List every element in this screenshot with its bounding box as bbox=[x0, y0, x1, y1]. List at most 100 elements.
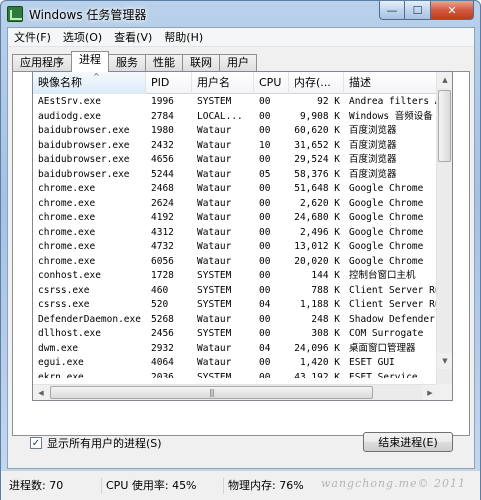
maximize-button[interactable]: ☐ bbox=[405, 1, 431, 20]
cell-username: Wataur bbox=[197, 313, 232, 325]
menu-options[interactable]: 选项(O) bbox=[57, 29, 108, 45]
sort-ascending-icon: ^ bbox=[93, 72, 100, 81]
process-row[interactable]: csrss.exe 460 SYSTEM 00 788 K Client Server R… bbox=[33, 284, 438, 299]
process-row[interactable]: dwm.exe 2932 Wataur 04 24,096 K 桌面窗口管理器 bbox=[33, 342, 438, 357]
title-bar[interactable]: Windows 任务管理器 — ☐ ✕ bbox=[1, 1, 480, 27]
process-row[interactable]: chrome.exe 2624 Wataur 00 2,620 K Google Chro… bbox=[33, 197, 438, 212]
cell-pid: 6056 bbox=[151, 255, 174, 267]
cell-username: SYSTEM bbox=[197, 371, 232, 379]
cell-description: Windows 音频设备 bbox=[349, 110, 433, 122]
process-row[interactable]: audiodg.exe 2784 LOCAL... 00 9,908 K Windows … bbox=[33, 110, 438, 125]
process-row[interactable]: csrss.exe 520 SYSTEM 04 1,188 K Client Server… bbox=[33, 298, 438, 313]
cell-memory: 1,188 K bbox=[299, 299, 340, 310]
vertical-scrollbar[interactable]: ▲ ▼ bbox=[436, 72, 452, 385]
menu-view[interactable]: 查看(V) bbox=[108, 29, 158, 45]
cell-cpu: 00 bbox=[259, 255, 271, 267]
column-description[interactable]: 描述 bbox=[344, 72, 438, 94]
show-all-users-label[interactable]: 显示所有用户的进程(S) bbox=[47, 435, 162, 451]
column-pid[interactable]: PID bbox=[146, 72, 192, 94]
status-physical-memory: 物理内存: 76% bbox=[223, 478, 304, 494]
close-button[interactable]: ✕ bbox=[431, 1, 474, 20]
cell-memory: 20,020 K bbox=[294, 255, 340, 267]
cell-memory: 43,192 K bbox=[294, 371, 340, 379]
cell-description: 百度浏览器 bbox=[349, 125, 397, 136]
cell-memory: 24,096 K bbox=[294, 342, 340, 354]
process-row[interactable]: chrome.exe 2468 Wataur 00 51,648 K Google Chr… bbox=[33, 182, 438, 197]
tab-applications[interactable]: 应用程序 bbox=[12, 54, 72, 72]
cell-pid: 2468 bbox=[151, 183, 174, 194]
show-all-users-option[interactable]: ✓ 显示所有用户的进程(S) bbox=[30, 435, 162, 451]
process-row[interactable]: baidubrowser.exe 4656 Wataur 00 29,524 K 百度浏览… bbox=[33, 153, 438, 168]
process-row[interactable]: baidubrowser.exe 1980 Wataur 00 60,620 K 百度浏览… bbox=[33, 124, 438, 139]
cell-cpu: 00 bbox=[259, 241, 271, 252]
process-row[interactable]: egui.exe 4064 Wataur 00 1,420 K ESET GUI bbox=[33, 356, 438, 371]
cell-description: 百度浏览器 bbox=[349, 154, 397, 165]
process-row[interactable]: chrome.exe 4312 Wataur 00 2,496 K Google Chro… bbox=[33, 226, 438, 241]
cell-cpu: 00 bbox=[259, 270, 271, 281]
cell-description: Google Chrome bbox=[349, 255, 424, 267]
cell-username: Wataur bbox=[197, 139, 232, 151]
cell-cpu: 04 bbox=[259, 299, 271, 310]
tab-users[interactable]: 用户 bbox=[219, 54, 257, 72]
cell-description: Google Chrome bbox=[349, 241, 424, 252]
cell-username: Wataur bbox=[197, 154, 232, 165]
process-row[interactable]: chrome.exe 6056 Wataur 00 20,020 K Google Chr… bbox=[33, 255, 438, 270]
tab-strip: 应用程序 进程 服务 性能 联网 用户 bbox=[12, 51, 257, 72]
cell-pid: 1980 bbox=[151, 125, 174, 136]
cell-username: Wataur bbox=[197, 226, 232, 238]
cell-pid: 1728 bbox=[151, 270, 174, 281]
end-process-button[interactable]: 结束进程(E) bbox=[363, 432, 453, 452]
client-area: 文件(F) 选项(O) 查看(V) 帮助(H) 应用程序 进程 服务 性能 联网… bbox=[7, 27, 475, 469]
minimize-button[interactable]: — bbox=[379, 1, 405, 20]
cell-username: Wataur bbox=[197, 125, 232, 136]
cell-pid: 460 bbox=[151, 284, 169, 296]
scroll-corner bbox=[436, 384, 452, 400]
process-row[interactable]: baidubrowser.exe 2432 Wataur 10 31,652 K 百度浏览… bbox=[33, 139, 438, 154]
cell-cpu: 00 bbox=[259, 284, 271, 296]
process-row[interactable]: chrome.exe 4192 Wataur 00 24,680 K Google Chr… bbox=[33, 211, 438, 226]
menu-bar: 文件(F) 选项(O) 查看(V) 帮助(H) bbox=[8, 28, 474, 47]
column-image-name[interactable]: ^ 映像名称 bbox=[33, 72, 146, 94]
menu-help[interactable]: 帮助(H) bbox=[158, 29, 209, 45]
column-cpu[interactable]: CPU bbox=[254, 72, 289, 94]
cell-description: 百度浏览器 bbox=[349, 139, 397, 151]
cell-image-name: DefenderDaemon.exe bbox=[38, 313, 141, 325]
cell-cpu: 00 bbox=[259, 212, 271, 223]
tab-performance[interactable]: 性能 bbox=[145, 54, 183, 72]
process-row[interactable]: DefenderDaemon.exe 5268 Wataur 00 248 K Shado… bbox=[33, 313, 438, 328]
tab-services[interactable]: 服务 bbox=[108, 54, 146, 72]
process-list[interactable]: ^ 映像名称 PID 用户名 CPU 内存(... 描述 AEstSrv.exe… bbox=[32, 71, 453, 401]
process-row[interactable]: dllhost.exe 2456 SYSTEM 00 308 K COM Surrogat… bbox=[33, 327, 438, 342]
tab-processes[interactable]: 进程 bbox=[71, 51, 109, 72]
process-row[interactable]: ekrn.exe 2036 SYSTEM 00 43,192 K ESET Service bbox=[33, 371, 438, 379]
column-memory[interactable]: 内存(... bbox=[289, 72, 344, 94]
cell-image-name: audiodg.exe bbox=[38, 110, 101, 122]
process-row[interactable]: baidubrowser.exe 5244 Wataur 05 58,376 K 百度浏览… bbox=[33, 168, 438, 183]
cell-description: Google Chrome bbox=[349, 226, 424, 238]
process-row[interactable]: AEstSrv.exe 1996 SYSTEM 00 92 K Andrea filter… bbox=[33, 95, 438, 110]
cell-username: Wataur bbox=[197, 212, 232, 223]
scroll-up-icon[interactable]: ▲ bbox=[437, 72, 452, 88]
column-username[interactable]: 用户名 bbox=[192, 72, 254, 94]
show-all-users-checkbox[interactable]: ✓ bbox=[30, 437, 42, 449]
process-row[interactable]: conhost.exe 1728 SYSTEM 00 144 K 控制台窗口主机 bbox=[33, 269, 438, 284]
scroll-left-icon[interactable]: ◀ bbox=[33, 385, 49, 400]
process-row[interactable]: chrome.exe 4732 Wataur 00 13,012 K Google Chr… bbox=[33, 240, 438, 255]
scroll-down-icon[interactable]: ▼ bbox=[437, 353, 452, 369]
vertical-scroll-thumb[interactable] bbox=[438, 90, 451, 162]
status-process-count: 进程数: 70 bbox=[9, 479, 64, 492]
task-manager-app-icon bbox=[7, 6, 23, 22]
cell-username: SYSTEM bbox=[197, 270, 232, 281]
cell-username: SYSTEM bbox=[197, 96, 232, 107]
horizontal-scroll-thumb[interactable]: ||| bbox=[50, 386, 373, 399]
cell-username: Wataur bbox=[197, 357, 232, 368]
cell-pid: 2456 bbox=[151, 328, 174, 339]
horizontal-scrollbar[interactable]: ◀ ||| ▶ bbox=[33, 384, 438, 400]
tab-networking[interactable]: 联网 bbox=[182, 54, 220, 72]
cell-memory: 92 K bbox=[317, 96, 340, 107]
cell-memory: 2,620 K bbox=[299, 197, 340, 209]
process-rows: AEstSrv.exe 1996 SYSTEM 00 92 K Andrea filter… bbox=[33, 95, 438, 378]
cell-username: Wataur bbox=[197, 183, 232, 194]
cell-image-name: AEstSrv.exe bbox=[38, 96, 101, 107]
menu-file[interactable]: 文件(F) bbox=[8, 29, 57, 45]
